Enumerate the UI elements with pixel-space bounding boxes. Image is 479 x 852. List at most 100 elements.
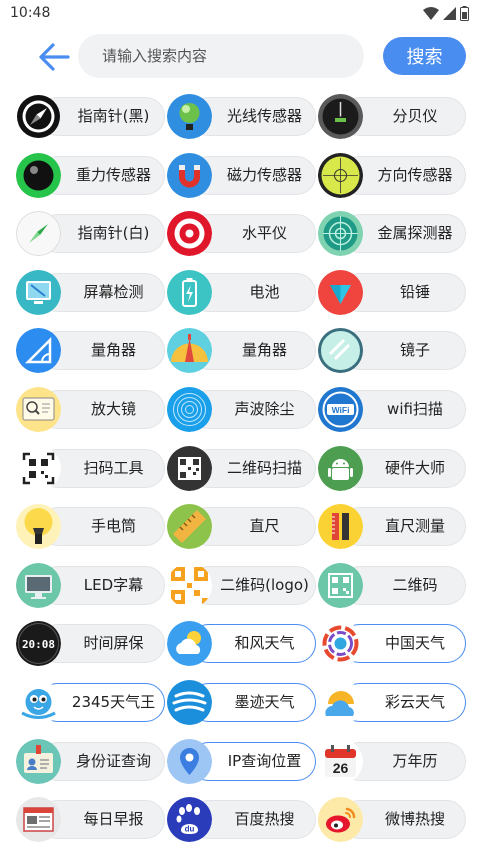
calendar-day: 26 xyxy=(333,760,349,776)
tool-label: 放大镜 xyxy=(90,399,136,418)
tool-hardware-master[interactable]: 硬件大师 xyxy=(318,445,468,491)
tool-label: 二维码(logo) xyxy=(220,575,309,594)
tool-wifi-scan[interactable]: WiFi wifi扫描 xyxy=(318,386,468,432)
id-card-icon xyxy=(16,738,61,784)
tool-level[interactable]: 水平仪 xyxy=(167,211,318,257)
android-icon xyxy=(318,445,363,491)
tool-hefeng-weather[interactable]: 和风天气 xyxy=(167,621,318,667)
tool-light-sensor[interactable]: 光线传感器 xyxy=(167,94,318,139)
tool-battery[interactable]: 电池 xyxy=(167,269,318,315)
tool-clock-screensaver[interactable]: 20:08 时间屏保 xyxy=(16,621,167,667)
arrow-left-icon xyxy=(39,43,70,71)
qr-logo-icon xyxy=(167,562,212,608)
status-bar: 10:48 xyxy=(0,0,479,28)
newspaper-icon xyxy=(16,797,61,843)
plumb-bob-icon xyxy=(318,269,363,315)
tool-weibo-hot[interactable]: 微博热搜 xyxy=(318,797,468,843)
tool-label: 百度热搜 xyxy=(234,810,295,829)
tool-caiyun-weather[interactable]: 彩云天气 xyxy=(318,679,468,725)
tool-metal-detector[interactable]: 金属探测器 xyxy=(318,211,468,257)
tool-magnet-sensor[interactable]: 磁力传感器 xyxy=(167,152,318,198)
tool-orientation-sensor[interactable]: 方向传感器 xyxy=(318,152,468,198)
search-bar: 搜索 xyxy=(0,32,479,82)
tool-daily-news[interactable]: 每日早报 xyxy=(16,797,167,843)
status-icons xyxy=(423,6,469,21)
tool-led-subtitle[interactable]: LED字幕 xyxy=(16,562,167,608)
compass-black-icon xyxy=(16,94,61,139)
tool-qr-scan[interactable]: 二维码扫描 xyxy=(167,445,318,491)
tool-label: 彩云天气 xyxy=(384,692,445,711)
level-target-icon xyxy=(167,211,212,257)
tool-label: 二维码扫描 xyxy=(226,458,302,477)
tool-label: 方向传感器 xyxy=(377,165,453,184)
tool-ip-location[interactable]: IP查询位置 xyxy=(167,738,318,784)
qr-scan-icon xyxy=(167,445,212,491)
clock-time: 20:08 xyxy=(22,638,55,651)
compass-white-icon xyxy=(16,211,61,257)
caiyun-weather-icon xyxy=(318,679,363,725)
search-button[interactable]: 搜索 xyxy=(383,37,466,75)
flashlight-icon xyxy=(16,504,61,550)
tool-label: 身份证查询 xyxy=(75,751,151,770)
tool-label: 中国天气 xyxy=(384,634,445,653)
tool-sound-wave[interactable]: 声波除尘 xyxy=(167,386,318,432)
magnet-icon xyxy=(167,152,212,198)
ruler-icon xyxy=(167,504,212,550)
battery-icon xyxy=(167,269,212,315)
tool-label: IP查询位置 xyxy=(227,751,302,770)
tool-label: 量角器 xyxy=(90,341,136,360)
tool-perpetual-calendar[interactable]: 26 万年历 xyxy=(318,738,468,784)
tool-protractor-ruler[interactable]: 量角器 xyxy=(16,328,167,374)
svg-text:du: du xyxy=(185,825,195,834)
qr-code-icon xyxy=(318,562,363,608)
tool-mirror[interactable]: 镜子 xyxy=(318,328,468,374)
svg-text:WiFi: WiFi xyxy=(332,405,350,415)
tool-ruler[interactable]: 直尺 xyxy=(167,504,318,550)
tool-gravity-sensor[interactable]: 重力传感器 xyxy=(16,152,167,198)
tool-label: 手电筒 xyxy=(90,517,136,536)
orientation-sensor-icon xyxy=(318,152,363,198)
tool-label: 2345天气王 xyxy=(71,692,156,711)
tool-label: 量角器 xyxy=(241,341,287,360)
tool-label: 镜子 xyxy=(399,341,430,360)
screen-test-icon xyxy=(16,269,61,315)
tool-label: 屏幕检测 xyxy=(83,282,144,301)
led-monitor-icon xyxy=(16,562,61,608)
location-pin-icon xyxy=(167,738,212,784)
tool-label: 二维码 xyxy=(392,575,438,594)
ruler-measure-icon xyxy=(318,504,363,550)
tool-flashlight[interactable]: 手电筒 xyxy=(16,504,167,550)
tool-moji-weather[interactable]: 墨迹天气 xyxy=(167,679,318,725)
tool-label: wifi扫描 xyxy=(387,399,443,418)
tool-label: 声波除尘 xyxy=(234,399,295,418)
tool-label: 万年历 xyxy=(392,751,438,770)
tool-protractor[interactable]: 量角器 xyxy=(167,328,318,374)
tool-plumb-bob[interactable]: 铅锤 xyxy=(318,269,468,315)
tool-qr-code[interactable]: 二维码 xyxy=(318,562,468,608)
tool-magnifier[interactable]: 放大镜 xyxy=(16,386,167,432)
tool-china-weather[interactable]: 中国天气 xyxy=(318,621,468,667)
calendar-icon: 26 xyxy=(318,738,363,784)
gravity-sensor-icon xyxy=(16,152,61,198)
weather-mascot-icon xyxy=(16,679,61,725)
tool-label: 每日早报 xyxy=(83,810,144,829)
metal-detector-icon xyxy=(318,211,363,257)
back-button[interactable] xyxy=(34,40,74,74)
tool-2345-weather[interactable]: 2345天气王 xyxy=(16,679,167,725)
tool-scan[interactable]: 扫码工具 xyxy=(16,445,167,491)
tool-decibel-meter[interactable]: 分贝仪 xyxy=(318,94,468,139)
tool-ruler-measure[interactable]: 直尺测量 xyxy=(318,504,468,550)
battery-status-icon xyxy=(460,6,469,21)
tool-id-card-query[interactable]: 身份证查询 xyxy=(16,738,167,784)
tool-label: 直尺测量 xyxy=(384,517,445,536)
tool-baidu-hot[interactable]: du 百度热搜 xyxy=(167,797,318,843)
wifi-signal-icon xyxy=(423,6,439,20)
status-time: 10:48 xyxy=(10,5,51,21)
tool-compass-white[interactable]: 指南针(白) xyxy=(16,211,167,257)
tool-qr-logo[interactable]: 二维码(logo) xyxy=(167,562,318,608)
tool-grid: 指南针(黑) 光线传感器 分贝仪 重力传感器 磁力传感器 方向传感器 指南针(白… xyxy=(16,94,468,843)
tool-compass-black[interactable]: 指南针(黑) xyxy=(16,94,167,139)
tool-label: 金属探测器 xyxy=(377,224,453,243)
search-input[interactable] xyxy=(78,34,364,78)
tool-screen-test[interactable]: 屏幕检测 xyxy=(16,269,167,315)
